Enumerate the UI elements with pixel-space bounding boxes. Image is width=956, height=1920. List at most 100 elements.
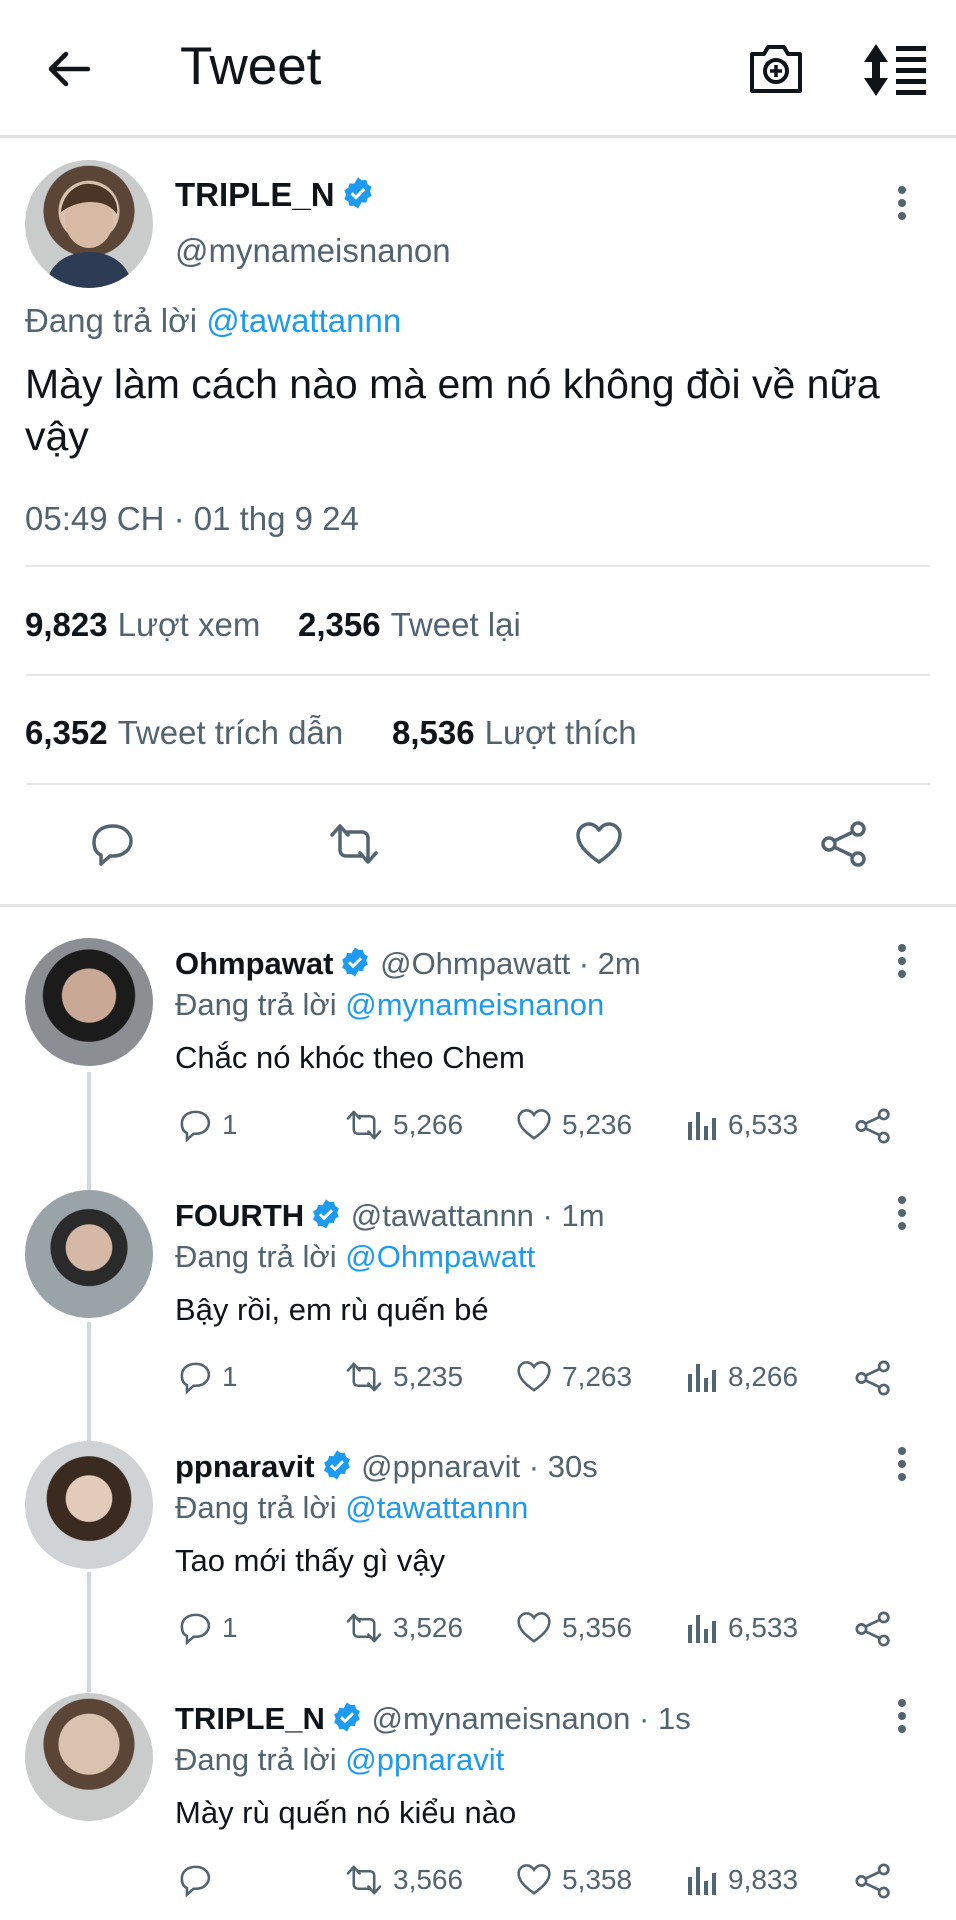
like-button[interactable]: 5,356: [514, 1609, 632, 1647]
like-icon[interactable]: [573, 818, 625, 870]
quotes-stat[interactable]: 6,352 Tweet trích dẫn: [25, 714, 343, 752]
reply-handle: @tawattannn: [350, 1198, 534, 1233]
replying-to: Đang trả lời @ppnaravit: [175, 1742, 505, 1777]
reply-handle: @mynameisnanon: [371, 1701, 631, 1736]
like-icon: [517, 1864, 551, 1895]
mention-link[interactable]: @mynameisnanon: [345, 987, 604, 1022]
reply-author[interactable]: ppnaravit @ppnaravit · 30s: [175, 1449, 598, 1485]
retweets-stat[interactable]: 2,356 Tweet lại: [298, 606, 521, 644]
views-icon: [688, 1867, 716, 1895]
reply-author[interactable]: FOURTH @tawattannn · 1m: [175, 1198, 605, 1234]
retweet-button[interactable]: 5,235: [343, 1358, 463, 1396]
more-options-icon[interactable]: [896, 1447, 908, 1483]
share-button[interactable]: [853, 1358, 901, 1398]
more-options-icon[interactable]: [896, 186, 908, 222]
avatar[interactable]: [25, 1190, 153, 1318]
top-app-bar: Tweet: [0, 0, 956, 138]
mention-link[interactable]: @tawattannn: [206, 302, 401, 339]
share-icon: [855, 1360, 890, 1396]
reply-button[interactable]: 1: [176, 1106, 238, 1144]
share-icon: [855, 1611, 890, 1647]
reply-author[interactable]: Ohmpawat @Ohmpawatt · 2m: [175, 946, 641, 982]
reply-text: Mày rù quến nó kiểu nào: [175, 1795, 517, 1830]
divider: [26, 783, 930, 785]
like-icon: [517, 1361, 551, 1392]
views-icon: [688, 1364, 716, 1392]
share-icon[interactable]: [818, 818, 870, 870]
retweet-icon: [346, 1110, 382, 1140]
reply-button[interactable]: 1: [176, 1358, 238, 1396]
timestamp: 05:49 CH · 01 thg 9 24: [25, 500, 359, 537]
views-stat[interactable]: 9,823 Lượt xem: [25, 606, 260, 644]
replying-to: Đang trả lời @tawattannn: [175, 1490, 529, 1525]
like-button[interactable]: 5,236: [514, 1106, 632, 1144]
camera-add-icon[interactable]: [748, 40, 804, 96]
share-button[interactable]: [853, 1861, 901, 1901]
like-icon: [517, 1109, 551, 1140]
like-button[interactable]: 7,263: [514, 1358, 632, 1396]
retweet-icon: [346, 1613, 382, 1643]
views-button[interactable]: 6,533: [686, 1108, 798, 1142]
share-button[interactable]: [853, 1609, 901, 1649]
retweet-icon[interactable]: [328, 818, 380, 870]
reply-icon[interactable]: [86, 818, 138, 870]
divider: [26, 674, 930, 676]
views-button[interactable]: 8,266: [686, 1360, 798, 1394]
likes-stat[interactable]: 8,536 Lượt thích: [392, 714, 637, 752]
thread-line: [87, 1072, 91, 1192]
author-handle[interactable]: @mynameisnanon: [175, 232, 451, 270]
like-button[interactable]: 5,358: [514, 1861, 632, 1899]
reply-time: · 1m: [542, 1198, 605, 1233]
reply-icon: [180, 1865, 211, 1898]
avatar[interactable]: [25, 938, 153, 1066]
page-title: Tweet: [180, 37, 322, 96]
retweet-icon: [346, 1362, 382, 1392]
reply-icon: [180, 1110, 211, 1143]
reply-text: Chắc nó khóc theo Chem: [175, 1040, 525, 1075]
more-options-icon[interactable]: [896, 944, 908, 980]
mention-link[interactable]: @tawattannn: [345, 1490, 528, 1525]
retweet-button[interactable]: 3,526: [343, 1609, 463, 1647]
retweet-button[interactable]: 5,266: [343, 1106, 463, 1144]
avatar[interactable]: [25, 1441, 153, 1569]
verified-badge-icon: [342, 947, 369, 977]
views-icon: [688, 1615, 716, 1643]
reply-icon: [180, 1613, 211, 1646]
reply-icon: [180, 1362, 211, 1395]
author-name[interactable]: TRIPLE_N: [175, 176, 375, 214]
reply-button[interactable]: [176, 1861, 222, 1899]
sort-icon[interactable]: [862, 42, 928, 98]
mention-link[interactable]: @ppnaravit: [345, 1742, 504, 1777]
share-icon: [855, 1863, 890, 1899]
mention-link[interactable]: @Ohmpawatt: [345, 1239, 535, 1274]
back-arrow-icon[interactable]: [44, 44, 94, 94]
like-icon: [517, 1612, 551, 1643]
replying-to: Đang trả lời @tawattannn: [25, 302, 402, 339]
replying-to: Đang trả lời @mynameisnanon: [175, 987, 605, 1022]
thread-line: [87, 1322, 91, 1442]
reply-text: Tao mới thấy gì vậy: [175, 1543, 446, 1578]
reply-text: Bậy rồi, em rù quến bé: [175, 1292, 489, 1327]
views-icon: [688, 1112, 716, 1140]
more-options-icon[interactable]: [896, 1699, 908, 1735]
divider: [26, 565, 930, 567]
views-button[interactable]: 9,833: [686, 1863, 798, 1897]
verified-badge-icon: [334, 1702, 360, 1732]
reply-handle: @ppnaravit: [361, 1449, 521, 1484]
views-button[interactable]: 6,533: [686, 1611, 798, 1645]
more-options-icon[interactable]: [896, 1196, 908, 1232]
verified-badge-icon: [313, 1199, 339, 1229]
verified-badge-icon: [343, 177, 372, 209]
tweet-text: Mày làm cách nào mà em nó không đòi về n…: [25, 361, 880, 459]
replying-to: Đang trả lời @Ohmpawatt: [175, 1239, 536, 1274]
reply-button[interactable]: 1: [176, 1609, 238, 1647]
reply-time: · 2m: [578, 946, 641, 981]
avatar[interactable]: [25, 160, 153, 288]
share-button[interactable]: [853, 1106, 901, 1146]
share-icon: [855, 1108, 890, 1144]
reply-author[interactable]: TRIPLE_N @mynameisnanon · 1s: [175, 1701, 691, 1737]
section-divider: [0, 904, 956, 907]
thread-line: [87, 1572, 91, 1692]
retweet-button[interactable]: 3,566: [343, 1861, 463, 1899]
avatar[interactable]: [25, 1693, 153, 1821]
